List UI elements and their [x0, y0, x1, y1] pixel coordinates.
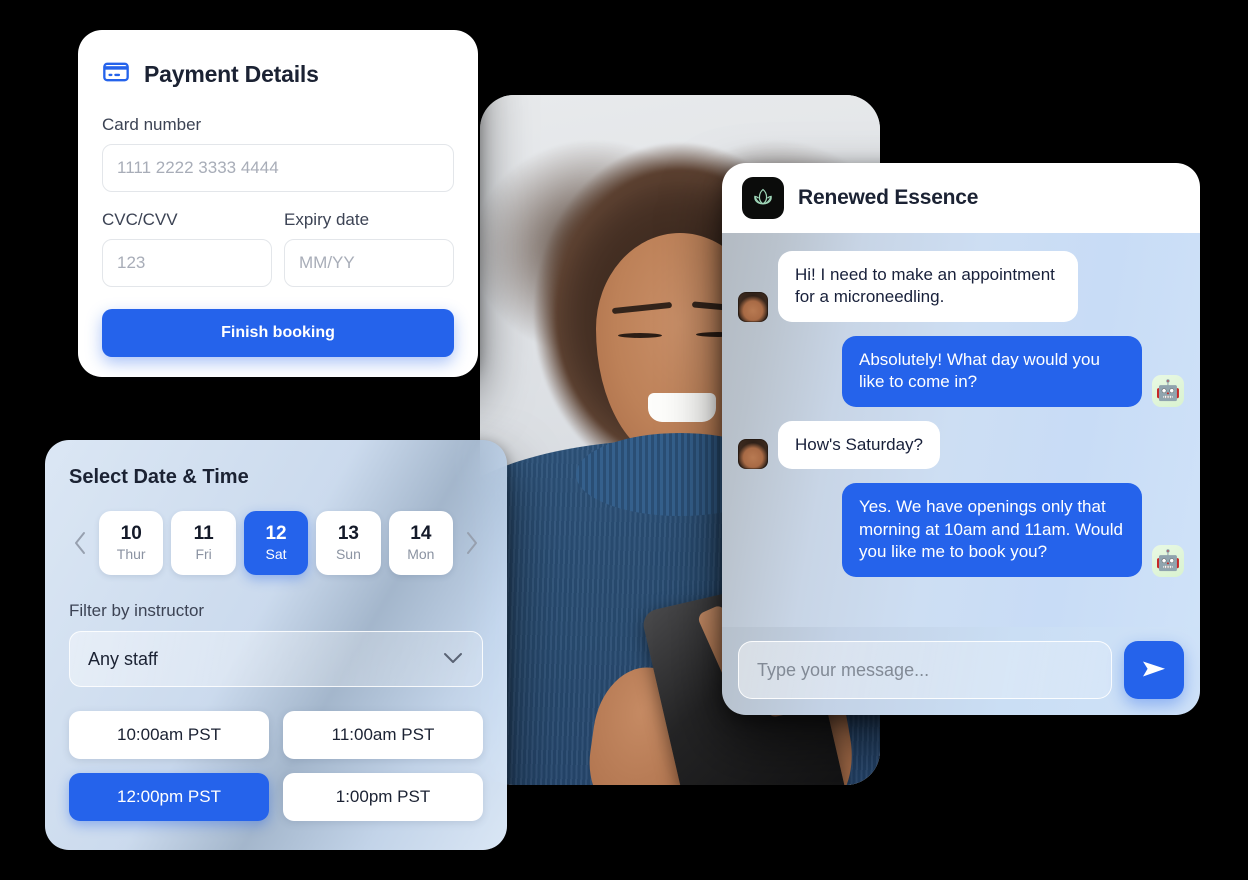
card-number-input[interactable]: 1111 2222 3333 4444: [102, 144, 454, 192]
chat-bubble: Hi! I need to make an appointment for a …: [778, 251, 1078, 322]
credit-card-icon: [102, 58, 130, 91]
chat-message-list: Hi! I need to make an appointment for a …: [722, 233, 1200, 627]
select-date-time-card: Select Date & Time 10 Thur 11 Fri 12 Sat 13 Sun…: [45, 440, 507, 850]
chevron-right-icon[interactable]: [461, 526, 483, 560]
chat-message: How's Saturday?: [738, 420, 1184, 470]
send-button[interactable]: [1124, 641, 1184, 699]
cvc-placeholder: 123: [117, 253, 146, 272]
date-chip-day: 11: [193, 523, 214, 545]
date-chip-day: 14: [410, 523, 432, 545]
business-name: Renewed Essence: [798, 186, 979, 209]
finish-booking-button[interactable]: Finish booking: [102, 309, 454, 357]
expiry-group: Expiry date MM/YY: [284, 210, 454, 287]
message-input[interactable]: Type your message...: [738, 641, 1112, 699]
time-slot[interactable]: 11:00am PST: [283, 711, 483, 759]
card-number-group: Card number 1111 2222 3333 4444: [102, 115, 454, 192]
time-slot-grid: 10:00am PST 11:00am PST 12:00pm PST 1:00pm …: [69, 711, 483, 821]
expiry-input[interactable]: MM/YY: [284, 239, 454, 287]
select-date-time-title: Select Date & Time: [69, 466, 249, 488]
date-chip-weekday: Sun: [335, 545, 361, 562]
cvc-label: CVC/CVV: [102, 210, 178, 229]
instructor-select[interactable]: Any staff: [69, 631, 483, 687]
date-chip-weekday: Fri: [195, 545, 212, 562]
date-chip[interactable]: 14 Mon: [388, 511, 454, 575]
filter-by-instructor-label: Filter by instructor: [69, 601, 205, 620]
message-input-placeholder: Type your message...: [757, 659, 930, 680]
chat-bubble: Absolutely! What day would you like to c…: [842, 335, 1142, 407]
expiry-placeholder: MM/YY: [299, 253, 355, 272]
chevron-left-icon[interactable]: [69, 526, 91, 560]
time-slot[interactable]: 1:00pm PST: [283, 773, 483, 821]
chat-message: Absolutely! What day would you like to c…: [738, 335, 1184, 407]
card-number-label: Card number: [102, 115, 202, 134]
chevron-down-icon: [442, 649, 464, 670]
date-chip[interactable]: 12 Sat: [243, 511, 309, 575]
date-chip-day: 10: [120, 523, 142, 545]
composition-stage: Payment Details Card number 1111 2222 33…: [0, 0, 1248, 880]
date-chip-weekday: Thur: [116, 545, 146, 562]
lotus-logo-icon: [742, 177, 784, 219]
user-avatar: [738, 291, 768, 322]
robot-avatar: 🤖: [1152, 544, 1184, 577]
cvc-expiry-row: CVC/CVV 123 Expiry date MM/YY: [102, 210, 454, 287]
cvc-group: CVC/CVV 123: [102, 210, 272, 287]
send-icon: [1140, 657, 1168, 684]
chat-widget: Renewed Essence Hi! I need to make an ap…: [722, 163, 1200, 715]
page-title: Payment Details: [144, 61, 319, 87]
chat-header: Renewed Essence: [722, 163, 1200, 233]
date-chip-weekday: Mon: [407, 545, 435, 562]
time-slot[interactable]: 12:00pm PST: [69, 773, 269, 821]
payment-card-header: Payment Details: [102, 58, 454, 91]
date-chip[interactable]: 13 Sun: [316, 511, 381, 575]
date-chip-weekday: Sat: [265, 545, 287, 562]
time-slot[interactable]: 10:00am PST: [69, 711, 269, 759]
user-avatar: [738, 439, 768, 470]
card-number-placeholder: 1111 2222 3333 4444: [117, 158, 279, 177]
date-chip-day: 13: [337, 523, 359, 545]
cvc-input[interactable]: 123: [102, 239, 272, 287]
robot-avatar: 🤖: [1152, 374, 1184, 407]
chat-message: Yes. We have openings only that morning …: [738, 483, 1184, 577]
payment-details-card: Payment Details Card number 1111 2222 33…: [78, 30, 478, 377]
date-chip[interactable]: 11 Fri: [171, 511, 236, 575]
chat-composer: Type your message...: [722, 627, 1200, 715]
date-chip[interactable]: 10 Thur: [99, 511, 164, 575]
expiry-label: Expiry date: [284, 210, 370, 229]
chat-bubble: Yes. We have openings only that morning …: [842, 483, 1142, 577]
chat-bubble: How's Saturday?: [778, 420, 940, 470]
instructor-select-value: Any staff: [88, 648, 158, 669]
date-chip-day: 12: [265, 523, 287, 545]
date-picker-row: 10 Thur 11 Fri 12 Sat 13 Sun 14 Mon: [69, 511, 483, 575]
chat-message: Hi! I need to make an appointment for a …: [738, 251, 1184, 322]
